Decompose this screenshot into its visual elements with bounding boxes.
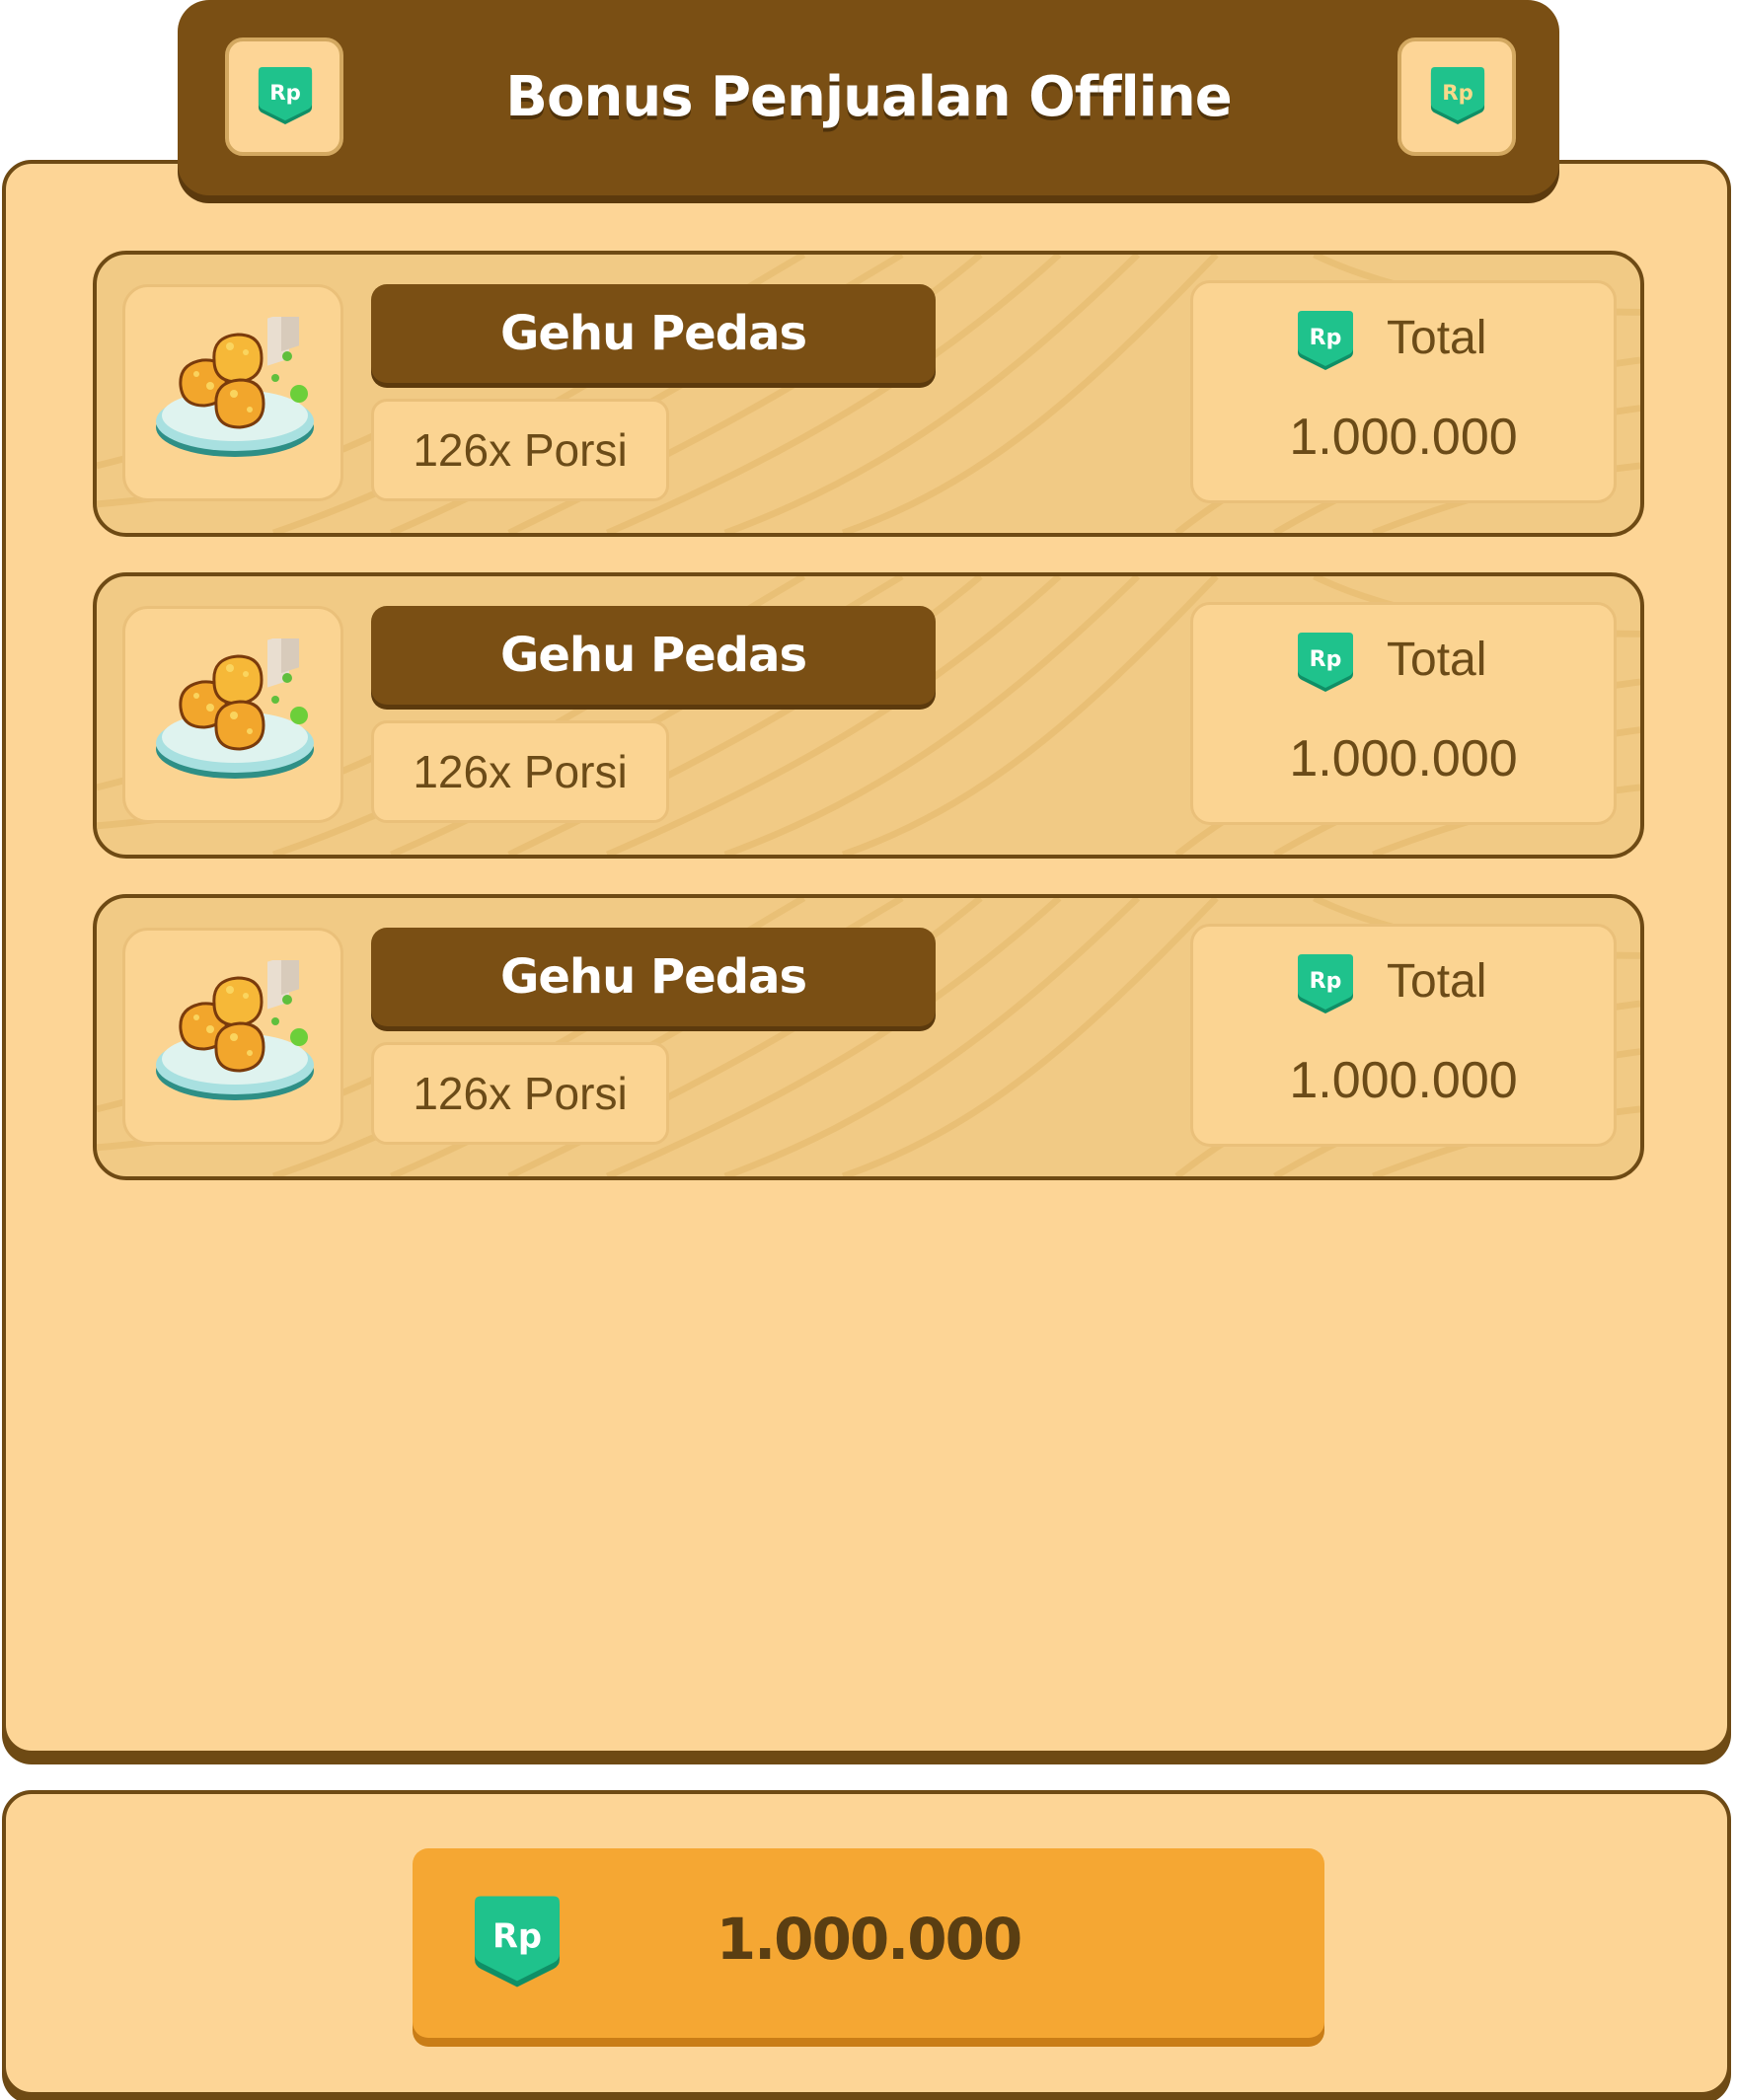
item-total-label: Total: [1387, 634, 1487, 686]
rp-coin-icon: [1296, 631, 1355, 696]
item-total-box: Total 1.000.000: [1190, 924, 1617, 1147]
item-name: Gehu Pedas: [371, 284, 936, 383]
rp-coin-icon: [1296, 309, 1355, 374]
rp-coin-icon: [1429, 65, 1486, 128]
rp-coin-icon: [1296, 952, 1355, 1017]
item-total-value: 1.000.000: [1289, 1052, 1518, 1109]
sale-item-card: Gehu Pedas 126x Porsi Total 1.000.000: [93, 894, 1644, 1180]
item-quantity: 126x Porsi: [371, 399, 669, 501]
item-total-value: 1.000.000: [1289, 409, 1518, 466]
item-thumbnail: [122, 284, 343, 501]
item-total-box: Total 1.000.000: [1190, 280, 1617, 503]
item-quantity: 126x Porsi: [371, 720, 669, 823]
header-right-badge: [1397, 38, 1516, 156]
gehu-pedas-food-icon: [151, 638, 319, 787]
collect-bonus-button[interactable]: 1.000.000: [413, 1848, 1324, 2038]
item-thumbnail: [122, 928, 343, 1145]
page-title: Bonus Penjualan Offline: [505, 65, 1232, 129]
item-total-label: Total: [1387, 955, 1487, 1008]
item-total-label: Total: [1387, 312, 1487, 364]
item-total-value: 1.000.000: [1289, 730, 1518, 788]
item-total-box: Total 1.000.000: [1190, 602, 1617, 825]
item-quantity: 126x Porsi: [371, 1042, 669, 1145]
item-name: Gehu Pedas: [371, 606, 936, 705]
item-name: Gehu Pedas: [371, 928, 936, 1026]
sale-item-card: Gehu Pedas 126x Porsi Total 1.000.000: [93, 572, 1644, 859]
sale-item-card: Gehu Pedas 126x Porsi Total 1.000.000: [93, 251, 1644, 537]
header-banner: Bonus Penjualan Offline: [178, 0, 1559, 195]
gehu-pedas-food-icon: [151, 960, 319, 1108]
item-thumbnail: [122, 606, 343, 823]
gehu-pedas-food-icon: [151, 317, 319, 465]
collect-amount: 1.000.000: [716, 1906, 1023, 1973]
